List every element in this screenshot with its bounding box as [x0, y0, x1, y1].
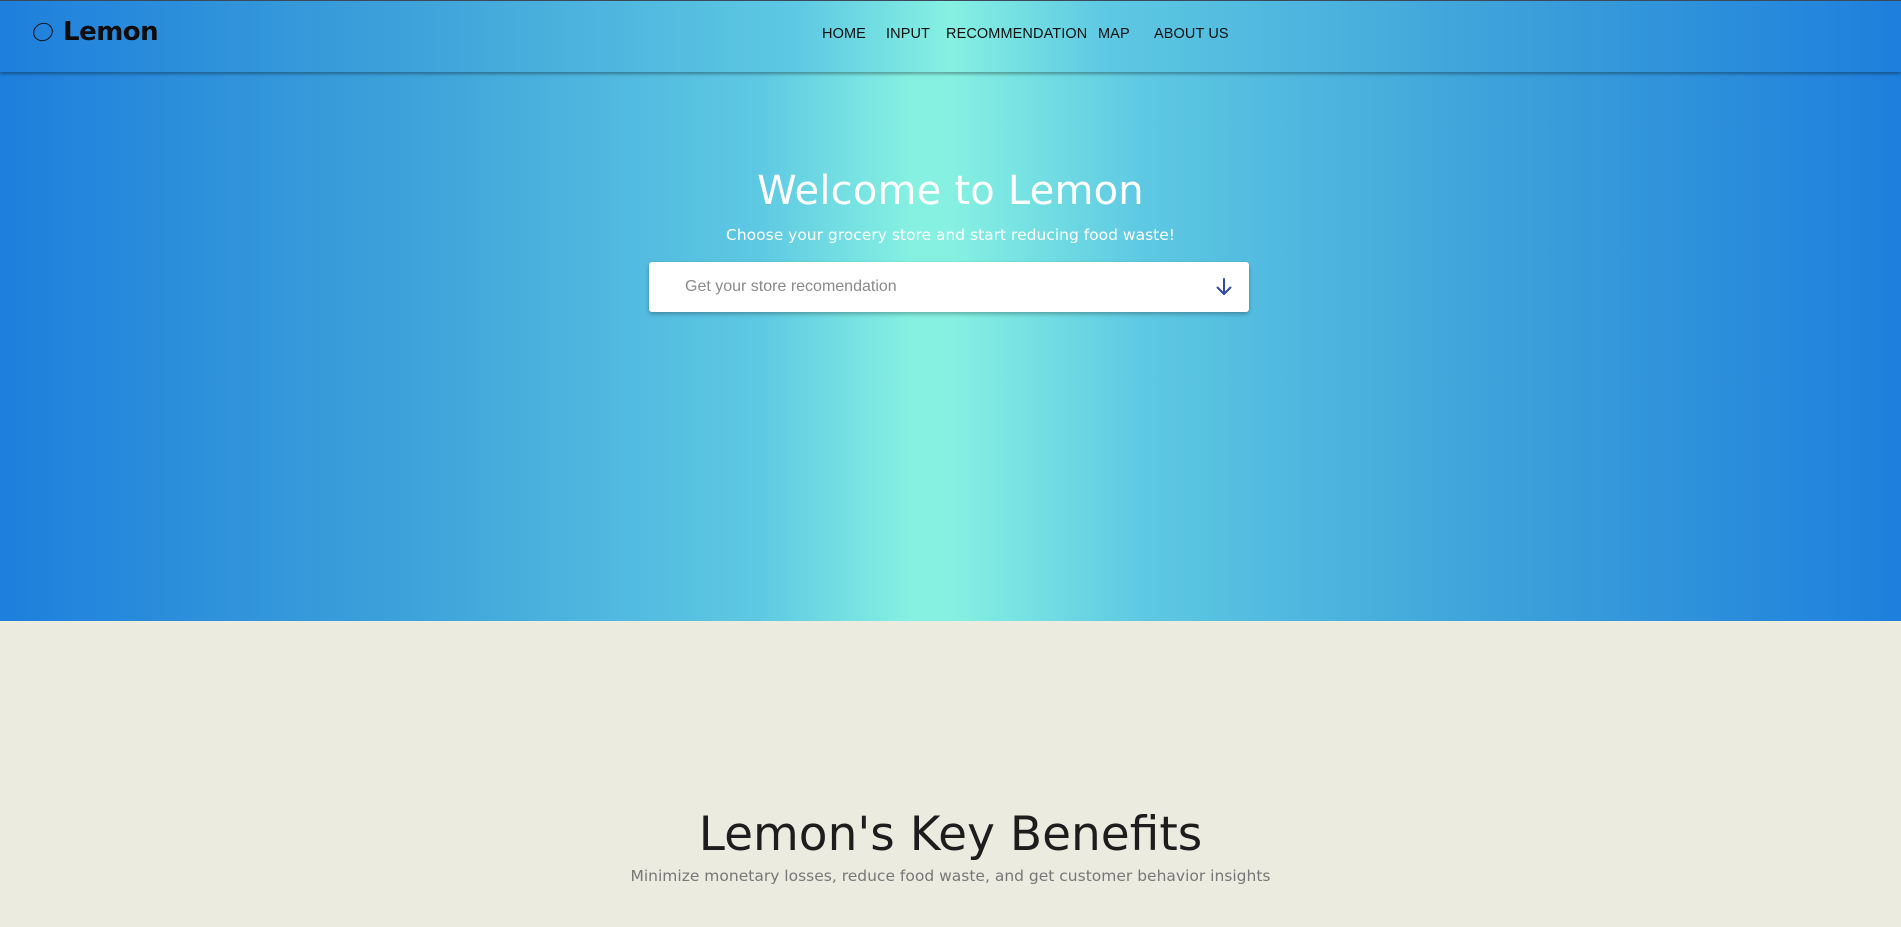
store-recommendation-search: [649, 262, 1249, 312]
benefits-title: Lemon's Key Benefits: [698, 807, 1203, 862]
benefits-subtitle: Minimize monetary losses, reduce food wa…: [630, 867, 1271, 885]
hero-section: Welcome to Lemon Choose your grocery sto…: [0, 72, 1901, 621]
store-recommendation-input[interactable]: [649, 262, 1189, 312]
key-benefits-section: Lemon's Key Benefits Minimize monetary l…: [0, 621, 1901, 927]
hero-subtitle: Choose your grocery store and start redu…: [726, 226, 1175, 244]
nav-map-link[interactable]: MAP: [1098, 26, 1130, 42]
get-recommendation-button[interactable]: [1207, 270, 1241, 304]
hero-title: Welcome to Lemon: [757, 168, 1144, 214]
nav-about-us-link[interactable]: ABOUT US: [1154, 26, 1229, 42]
page: Lemon HOME INPUT RECOMMENDATION MAP ABOU…: [0, 0, 1901, 927]
nav-recommendation-link[interactable]: RECOMMENDATION: [946, 26, 1087, 42]
nav-home-link[interactable]: HOME: [822, 26, 866, 42]
arrow-down-icon: [1216, 278, 1232, 295]
main-nav: HOME INPUT RECOMMENDATION MAP ABOUT US: [0, 26, 1901, 48]
nav-input-link[interactable]: INPUT: [886, 26, 930, 42]
top-navbar: Lemon HOME INPUT RECOMMENDATION MAP ABOU…: [0, 0, 1901, 72]
